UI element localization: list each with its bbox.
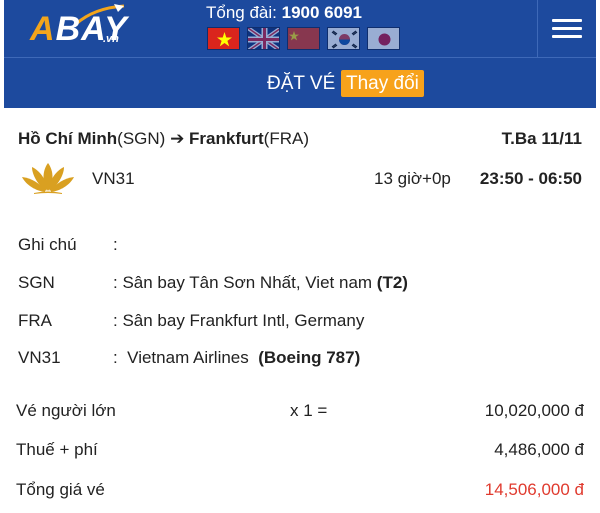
logo-domain: .vn: [103, 33, 119, 45]
origin-terminal: (T2): [376, 273, 408, 292]
adult-fare-label: Vé người lớn: [16, 401, 116, 420]
uk-flag-icon[interactable]: [247, 27, 280, 50]
flight-route: Hồ Chí Minh(SGN) ➔ Frankfurt(FRA): [18, 129, 309, 149]
booking-title: ĐẶT VÉ: [267, 73, 336, 94]
tax-fee-row: Thuế + phí 4,486,000 đ: [16, 440, 584, 462]
total-amount: 14,506,000 đ: [484, 480, 584, 499]
total-row: Tổng giá vé 14,506,000 đ: [16, 480, 584, 502]
note-label: Ghi chú: [18, 235, 77, 254]
adult-fare-amount: 10,020,000 đ: [484, 401, 584, 420]
vietnam-flag-icon[interactable]: [207, 27, 240, 50]
arrow-right-icon: ➔: [170, 129, 185, 148]
total-label: Tổng giá vé: [16, 480, 105, 499]
language-flags: [207, 27, 400, 50]
flight-info-label: VN31: [18, 348, 61, 367]
menu-line: [552, 27, 582, 30]
japan-flag-icon[interactable]: [367, 27, 400, 50]
top-header: ABAY .vn Tổng đài: 1900 6091: [4, 0, 596, 57]
adult-quantity: x 1 =: [290, 401, 328, 420]
dest-airport-value: : Sân bay Frankfurt Intl, Germany: [113, 311, 365, 330]
vietnam-airlines-lotus-icon: [22, 163, 74, 194]
abay-logo[interactable]: ABAY .vn: [16, 4, 127, 50]
tax-fee-amount: 4,486,000 đ: [494, 440, 584, 459]
menu-line: [552, 35, 582, 38]
dest-city: Frankfurt: [189, 129, 264, 148]
flight-date: T.Ba 11/11: [501, 129, 582, 148]
origin-code: (SGN): [117, 129, 166, 148]
flight-duration: 13 giờ+0p: [374, 169, 451, 188]
dest-airport-label: FRA: [18, 311, 52, 330]
origin-city: Hồ Chí Minh: [18, 129, 118, 148]
change-button[interactable]: Thay đổi: [341, 70, 424, 97]
origin-airport-label: SGN: [18, 273, 55, 292]
flight-info: : Vietnam Airlines (Boeing 787): [113, 348, 360, 368]
flight-number: VN31: [92, 169, 135, 188]
hotline: Tổng đài: 1900 6091: [206, 3, 362, 23]
china-flag-icon[interactable]: [287, 27, 320, 50]
note-separator: :: [113, 235, 118, 254]
origin-airport-value: : Sân bay Tân Sơn Nhất, Viet nam: [113, 273, 373, 292]
korea-flag-icon[interactable]: [327, 27, 360, 50]
hotline-label: Tổng đài:: [206, 3, 277, 22]
airline-name: : Vietnam Airlines: [113, 348, 254, 367]
hamburger-menu-icon[interactable]: [537, 0, 596, 57]
dest-code: (FRA): [263, 129, 309, 148]
hotline-number[interactable]: 1900 6091: [282, 3, 362, 22]
booking-bar: ĐẶT VÉ Thay đổi: [4, 57, 596, 108]
origin-airport-info: : Sân bay Tân Sơn Nhất, Viet nam (T2): [113, 273, 408, 293]
flight-times: 23:50 - 06:50: [479, 169, 582, 188]
tax-fee-label: Thuế + phí: [16, 440, 98, 459]
logo-letter-a: A: [30, 10, 56, 48]
aircraft-type: (Boeing 787): [258, 348, 361, 367]
adult-fare-row: Vé người lớn x 1 = 10,020,000 đ: [16, 401, 584, 423]
menu-line: [552, 19, 582, 22]
